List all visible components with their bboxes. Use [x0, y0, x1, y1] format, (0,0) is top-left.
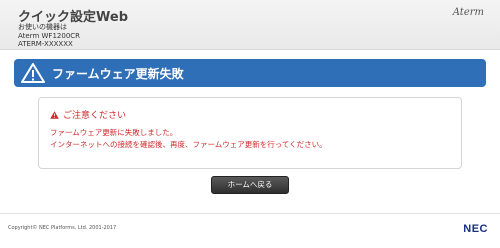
notice-line: インターネットへの接続を確認後、再度、ファームウェア更新を行ってください。 [50, 140, 327, 149]
main-content: ファームウェア更新失敗 ご注意ください ファームウェア更新に失敗しました。 イン… [0, 50, 500, 228]
device-info: お使いの機器は Aterm WF1200CR ATERM-XXXXXX [18, 23, 80, 49]
copyright-text: Copyright© NEC Platforms, Ltd. 2001-2017 [8, 225, 117, 231]
notice-message: ファームウェア更新に失敗しました。 インターネットへの接続を確認後、再度、ファー… [50, 127, 327, 151]
home-button[interactable]: ホームへ戻る [211, 176, 289, 194]
aterm-logo: Aterm [452, 7, 484, 18]
status-banner: ファームウェア更新失敗 [14, 59, 486, 87]
notice-box: ご注意ください ファームウェア更新に失敗しました。 インターネットへの接続を確認… [38, 97, 462, 169]
caution-icon [50, 110, 59, 119]
device-serial: ATERM-XXXXXX [18, 40, 73, 48]
notice-header: ご注意ください [50, 108, 126, 121]
warning-icon [21, 63, 45, 83]
notice-line: ファームウェア更新に失敗しました。 [50, 128, 178, 137]
nec-logo: NEC [463, 223, 488, 235]
notice-heading: ご注意ください [63, 111, 127, 121]
device-model: Aterm WF1200CR [18, 31, 81, 40]
device-label: お使いの機器は [18, 23, 67, 31]
header: クイック設定Web お使いの機器は Aterm WF1200CR ATERM-X… [0, 0, 500, 50]
banner-title: ファームウェア更新失敗 [52, 66, 184, 81]
footer: Copyright© NEC Platforms, Ltd. 2001-2017… [0, 213, 500, 248]
